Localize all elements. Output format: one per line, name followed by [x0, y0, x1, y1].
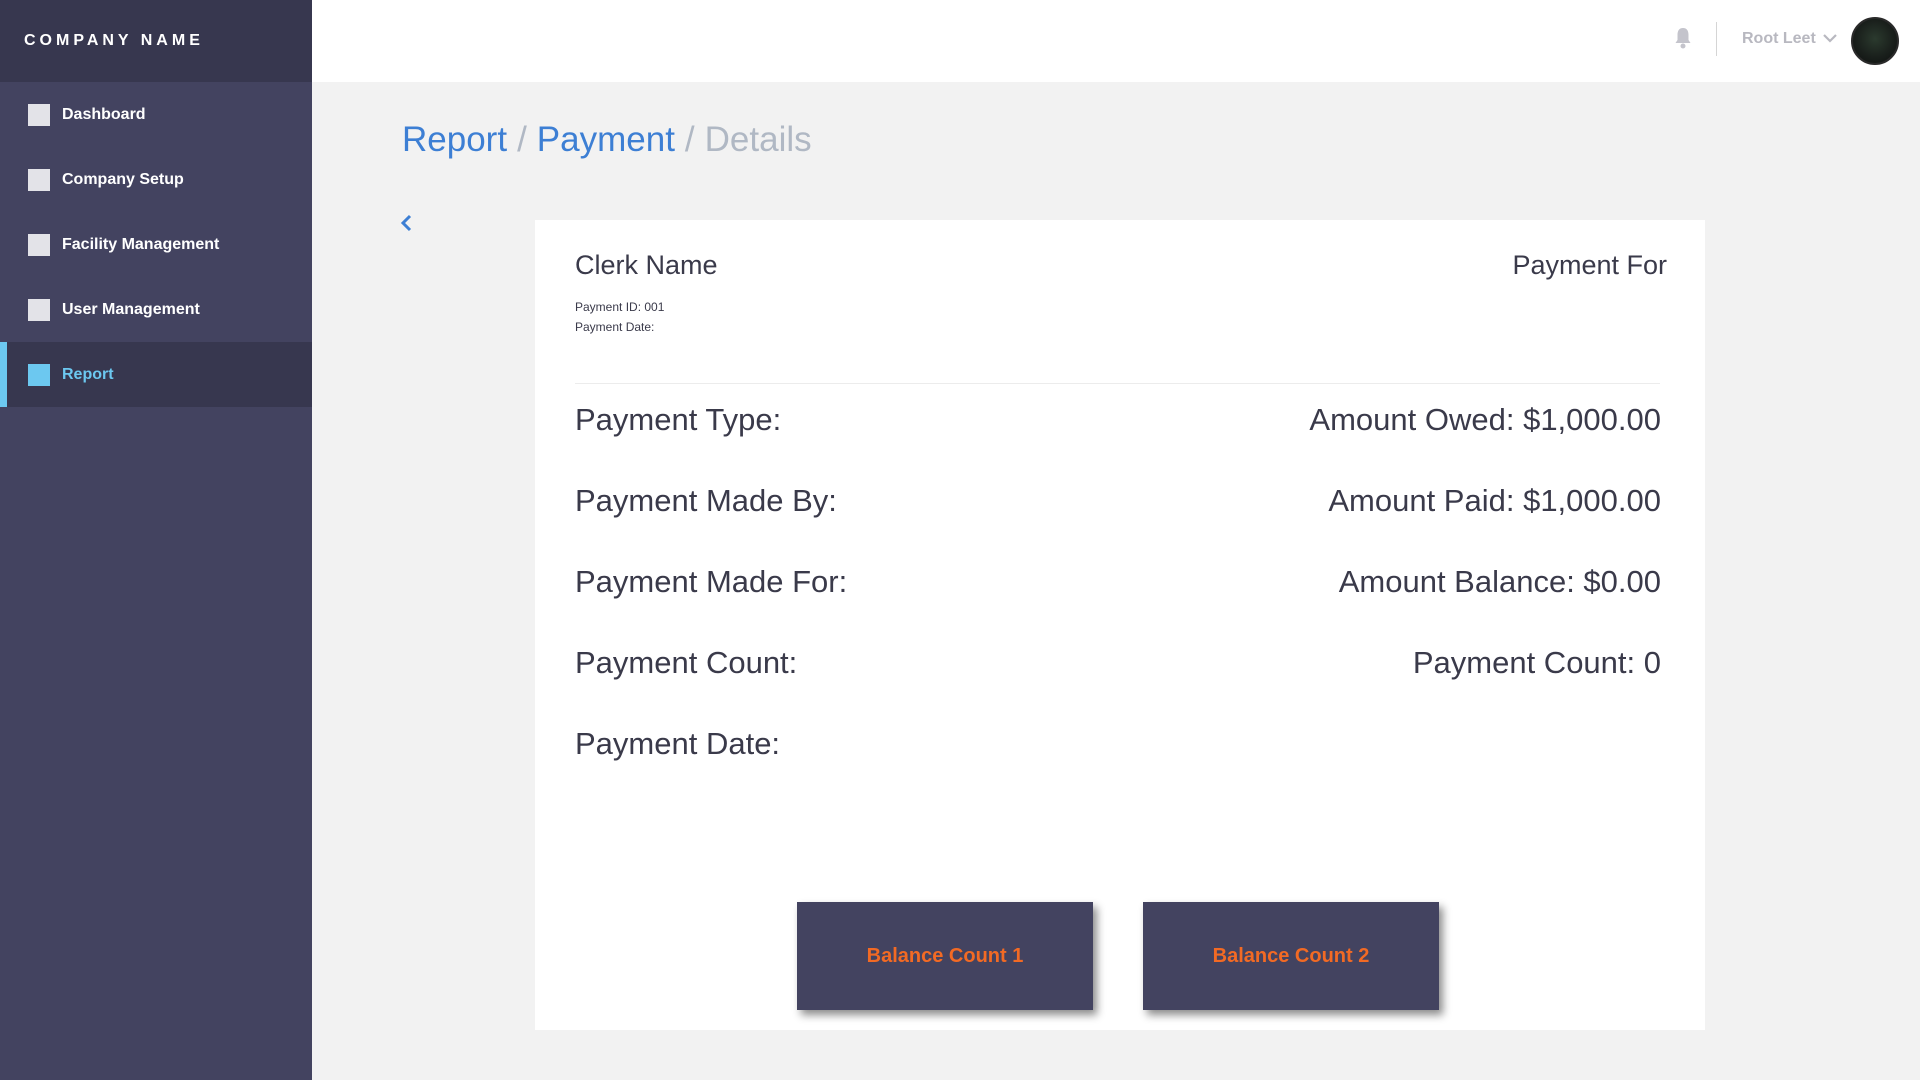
breadcrumb-separator: /: [684, 120, 695, 159]
chevron-down-icon[interactable]: [1822, 32, 1838, 44]
sidebar-item-label: User Management: [62, 300, 200, 318]
balance-count-2-button[interactable]: Balance Count 2: [1143, 902, 1439, 1010]
breadcrumb: Report / Payment / Details: [402, 120, 812, 160]
button-label: Balance Count 1: [866, 944, 1024, 967]
top-bar: Root Leet: [312, 0, 1920, 82]
sidebar-item-company-setup[interactable]: Company Setup: [0, 147, 312, 212]
company-name: COMPANY NAME: [24, 32, 204, 49]
topbar-divider: [1716, 22, 1717, 56]
payment-for: Payment For: [1512, 250, 1667, 280]
breadcrumb-payment[interactable]: Payment: [537, 120, 675, 159]
balance-count-1-button[interactable]: Balance Count 1: [797, 902, 1093, 1010]
user-name[interactable]: Root Leet: [1742, 30, 1816, 48]
brand-header: COMPANY NAME: [0, 0, 312, 82]
payment-made-by-label: Payment Made By:: [575, 483, 837, 518]
card-divider: [575, 383, 1660, 384]
amount-paid: Amount Paid: $1,000.00: [1328, 483, 1661, 518]
breadcrumb-separator: /: [517, 120, 527, 159]
amount-owed: Amount Owed: $1,000.00: [1309, 402, 1661, 437]
sidebar-item-user-management[interactable]: User Management: [0, 277, 312, 342]
sidebar-item-label: Company Setup: [62, 170, 184, 188]
clerk-name: Clerk Name: [575, 250, 718, 280]
breadcrumb-report[interactable]: Report: [402, 120, 507, 159]
user-management-icon: [28, 298, 50, 321]
sidebar-item-label: Facility Management: [62, 235, 220, 253]
payment-type-label: Payment Type:: [575, 402, 782, 437]
sidebar-item-dashboard[interactable]: Dashboard: [0, 82, 312, 147]
payment-id: Payment ID: 001: [575, 300, 665, 314]
payment-made-for-label: Payment Made For:: [575, 564, 848, 599]
payment-date-label: Payment Date:: [575, 726, 781, 761]
facility-management-icon: [28, 233, 50, 256]
report-icon: [28, 363, 50, 386]
payment-date-meta: Payment Date:: [575, 320, 655, 334]
company-setup-icon: [28, 168, 50, 191]
sidebar-item-facility-management[interactable]: Facility Management: [0, 212, 312, 277]
sidebar-item-label: Report: [62, 365, 114, 383]
back-chevron-icon[interactable]: [398, 212, 416, 234]
bell-icon[interactable]: [1674, 26, 1692, 50]
payment-count-label: Payment Count:: [575, 645, 798, 680]
breadcrumb-details: Details: [704, 120, 812, 159]
payment-count-value: Payment Count: 0: [1412, 645, 1661, 680]
sidebar: COMPANY NAME Dashboard Company Setup Fac…: [0, 0, 312, 1080]
sidebar-item-report[interactable]: Report: [0, 342, 312, 407]
amount-balance: Amount Balance: $0.00: [1338, 564, 1661, 599]
button-label: Balance Count 2: [1212, 944, 1370, 967]
payment-details-card: Clerk Name Payment For Payment ID: 001 P…: [535, 220, 1705, 1030]
dashboard-icon: [28, 103, 50, 126]
avatar[interactable]: [1851, 17, 1899, 65]
sidebar-item-label: Dashboard: [62, 105, 146, 123]
